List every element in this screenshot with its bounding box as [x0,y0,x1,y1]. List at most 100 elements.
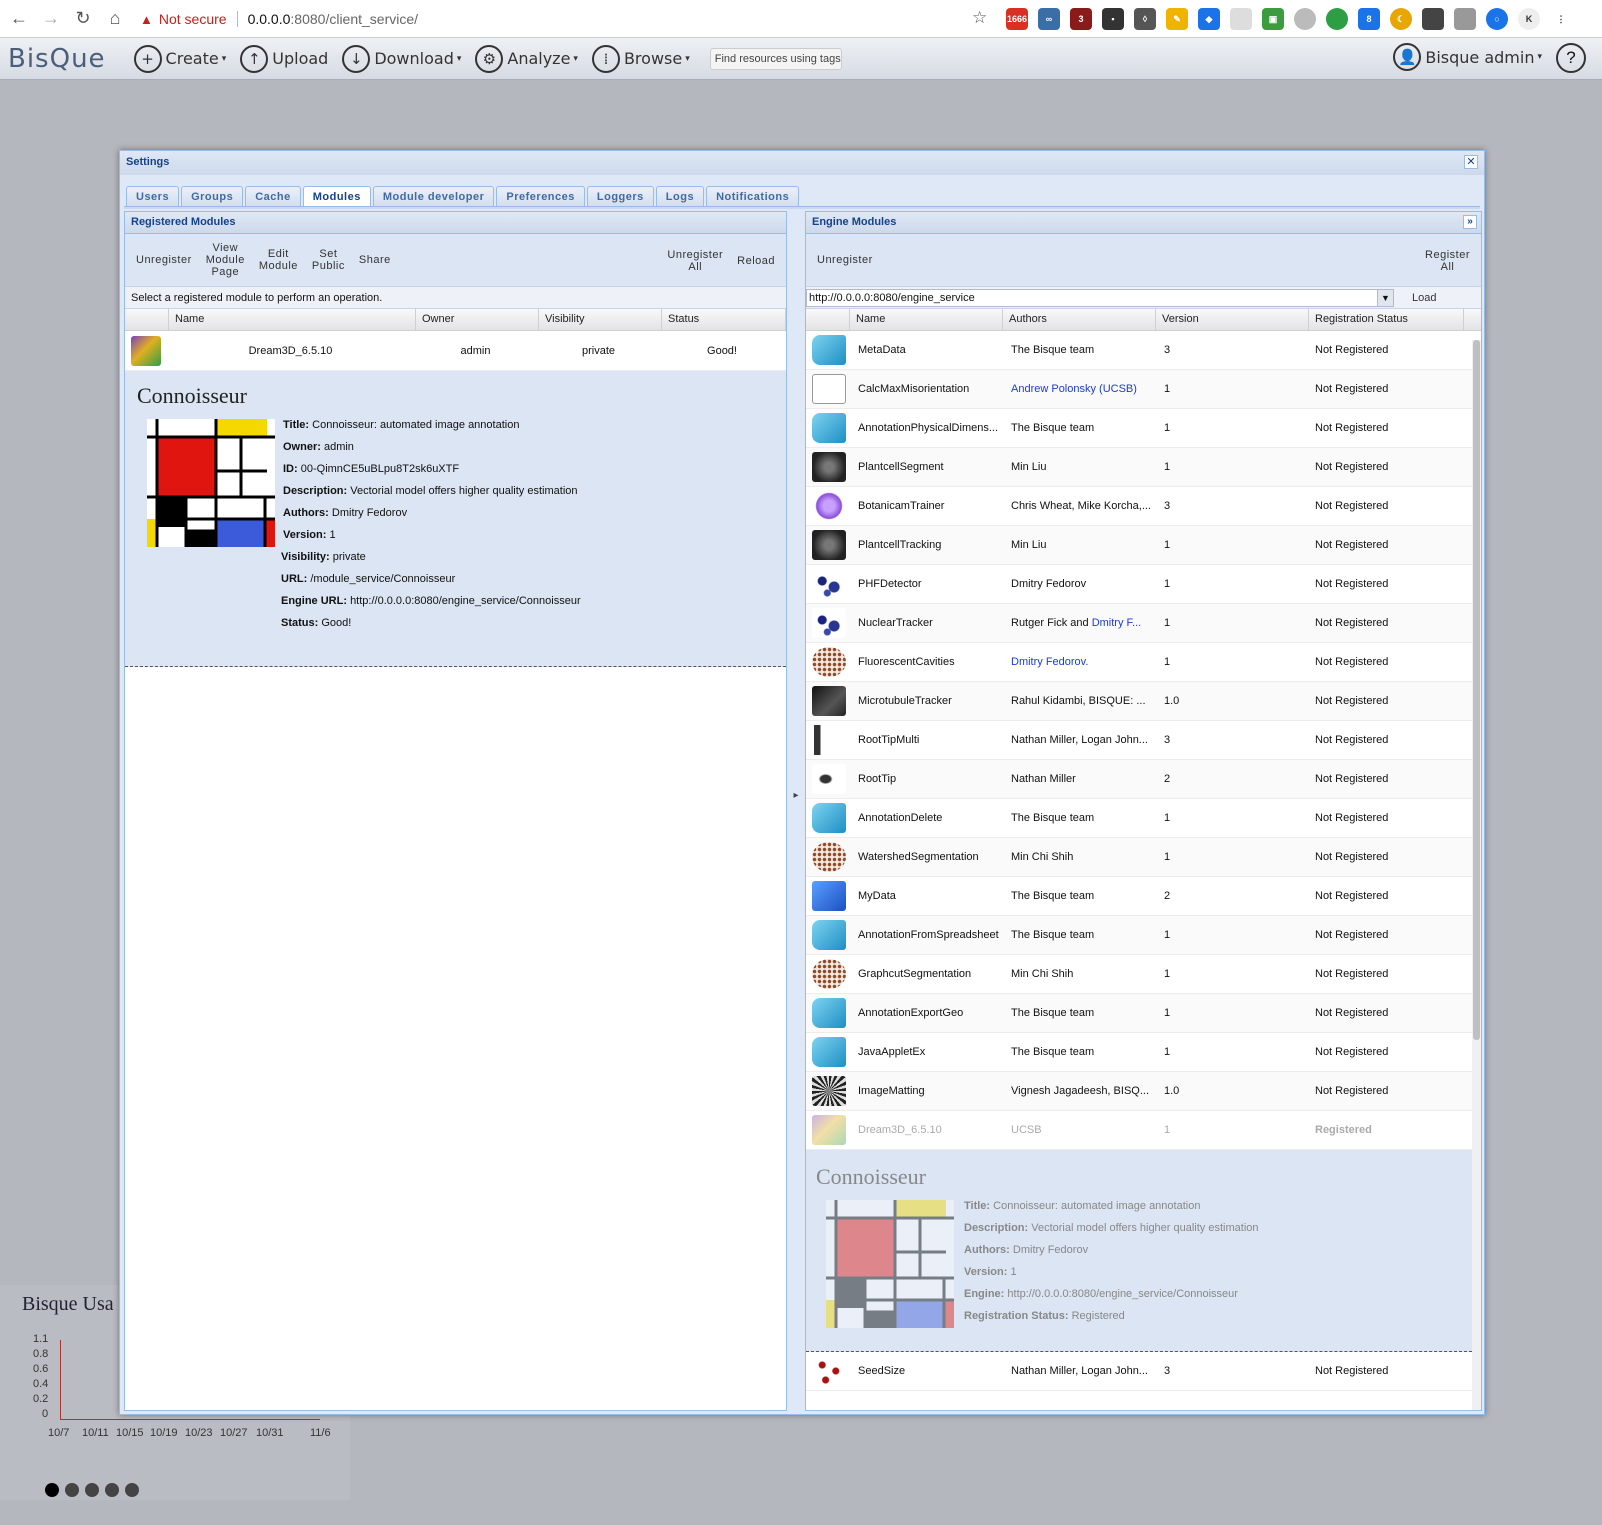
tab-cache[interactable]: Cache [245,186,301,207]
col-status[interactable]: Status [662,309,786,330]
home-icon[interactable]: ⌂ [102,6,128,32]
table-row[interactable]: PHFDetector Dmitry Fedorov 1 Not Registered [806,565,1472,604]
tab-module-developer[interactable]: Module developer [372,186,495,207]
tab-loggers[interactable]: Loggers [586,186,654,207]
gmail-extension-icon[interactable]: 1666 [1006,8,1028,30]
split-handle[interactable]: ▸ [787,771,805,821]
author-link[interactable]: Dmitry F... [1092,617,1142,629]
col-version[interactable]: Version [1156,309,1309,330]
register-all-button[interactable]: Register All [1418,249,1477,273]
menu-browse[interactable]: ⁞ Browse ▾ [591,44,690,73]
extension-icon[interactable] [1454,8,1476,30]
table-row[interactable]: MicrotubuleTracker Rahul Kidambi, BISQUE:… [806,682,1472,721]
scrollbar-thumb[interactable] [1473,340,1480,1040]
table-row[interactable]: ImageMatting Vignesh Jagadeesh, BISQ... 1.… [806,1072,1472,1111]
reload-button[interactable]: Reload [730,255,782,267]
table-row[interactable]: JavaAppletEx The Bisque team 1 Not Register… [806,1033,1472,1072]
unregister-button[interactable]: Unregister [129,254,199,266]
menu-create[interactable]: + Create ▾ [133,44,226,73]
tab-modules[interactable]: Modules [302,186,371,207]
ublock-extension-icon[interactable]: 3 [1070,8,1092,30]
table-row[interactable]: SeedSize Nathan Miller, Logan John... 3 … [806,1352,1472,1391]
table-row[interactable]: PlantcellTracking Min Liu 1 Not Registered [806,526,1472,565]
tab-preferences[interactable]: Preferences [496,186,585,207]
collapse-icon[interactable]: » [1463,215,1477,229]
extension-icon[interactable]: ○ [1486,8,1508,30]
carousel-dot[interactable] [105,1483,119,1497]
menu-upload[interactable]: ↑ Upload [240,44,328,73]
extension-icon[interactable]: ▣ [1262,8,1284,30]
app-logo[interactable]: BisQue [8,44,106,74]
table-row[interactable]: BotanicamTrainer Chris Wheat, Mike Korcha… [806,487,1472,526]
reload-icon[interactable]: ↻ [70,6,96,32]
caret-down-icon: ▾ [456,53,462,64]
resource-search-input[interactable]: Find resources using tags [709,47,842,70]
col-name[interactable]: Name [169,309,416,330]
engine-unregister-button[interactable]: Unregister [810,254,880,266]
unregister-all-button[interactable]: Unregister All [660,249,730,273]
table-row[interactable]: FluorescentCavities Dmitry Fedorov. 1 Not R… [806,643,1472,682]
table-row[interactable]: AnnotationFromSpreadsheet The Bisque team… [806,916,1472,955]
table-row[interactable]: PlantcellSegment Min Liu 1 Not Registered [806,448,1472,487]
help-icon[interactable]: ? [1556,43,1586,73]
tab-groups[interactable]: Groups [181,186,244,207]
edit-module-button[interactable]: Edit Module [252,248,305,272]
chevron-down-icon[interactable]: ▼ [1377,289,1393,306]
bookmark-star-icon[interactable]: ☆ [972,8,987,28]
table-row[interactable]: GraphcutSegmentation Min Chi Shih 1 Not Reg… [806,955,1472,994]
profile-avatar[interactable]: K [1518,8,1540,30]
table-row[interactable]: Dream3D_6.5.10 UCSB 1 Registered [806,1111,1472,1150]
user-menu[interactable]: 👤 Bisque admin ▾ [1393,43,1542,71]
view-module-page-button[interactable]: View Module Page [199,242,252,278]
col-authors[interactable]: Authors [1003,309,1156,330]
carousel-dot[interactable] [65,1483,79,1497]
engine-scrollbar[interactable] [1472,340,1481,1410]
engine-url-combo[interactable]: http://0.0.0.0:8080/engine_service ▼ [806,288,1394,307]
forward-icon[interactable]: → [38,6,64,32]
extension-icon[interactable]: 8 [1358,8,1380,30]
back-icon[interactable]: ← [6,6,32,32]
caret-down-icon: ▾ [1537,52,1542,62]
extension-icon[interactable]: ◊ [1134,8,1156,30]
close-icon[interactable]: ✕ [1464,155,1478,169]
carousel-dot[interactable] [125,1483,139,1497]
tab-users[interactable]: Users [126,186,180,207]
carousel-dot[interactable] [85,1483,99,1497]
table-row[interactable]: AnnotationPhysicalDimens... The Bisque te… [806,409,1472,448]
menu-download[interactable]: ↓ Download ▾ [342,44,462,73]
load-button[interactable]: Load [1412,292,1436,304]
menu-dots-icon[interactable]: ⋮ [1550,8,1572,30]
extension-icon[interactable]: ☾ [1390,8,1412,30]
table-row[interactable]: AnnotationExportGeo The Bisque team 1 Not R… [806,994,1472,1033]
extension-icon[interactable] [1294,8,1316,30]
extension-icon[interactable] [1230,8,1252,30]
tab-notifications[interactable]: Notifications [706,186,800,207]
extension-icon[interactable]: ▪ [1102,8,1124,30]
table-row[interactable]: MyData The Bisque team 2 Not Registered [806,877,1472,916]
table-row[interactable]: Dream3D_6.5.10 admin private Good! [125,331,786,371]
col-visibility[interactable]: Visibility [539,309,662,330]
table-row[interactable]: MetaData The Bisque team 3 Not Registered [806,331,1472,370]
extension-icon[interactable]: ✎ [1166,8,1188,30]
menu-analyze[interactable]: ⚙ Analyze ▾ [475,44,578,73]
table-row[interactable]: AnnotationDelete The Bisque team 1 Not Regi… [806,799,1472,838]
table-row[interactable]: WatershedSegmentation Min Chi Shih 1 Not Re… [806,838,1472,877]
address-bar[interactable]: ▲ Not secure 0.0.0.0:8080/client_service… [140,7,960,31]
module-detail: Connoisseur Title: Connoisseur: automate… [125,371,786,667]
carousel-dot[interactable] [45,1483,59,1497]
set-public-button[interactable]: Set Public [305,248,352,272]
extension-icon[interactable]: ∞ [1038,8,1060,30]
extension-icon[interactable] [1422,8,1444,30]
table-row[interactable]: RootTipMulti Nathan Miller, Logan John...… [806,721,1472,760]
extension-icon[interactable] [1326,8,1348,30]
col-name[interactable]: Name [850,309,1003,330]
tab-logs[interactable]: Logs [655,186,705,207]
table-row[interactable]: RootTip Nathan Miller 2 Not Registered [806,760,1472,799]
col-registration-status[interactable]: Registration Status [1309,309,1464,330]
extension-icon[interactable]: ◆ [1198,8,1220,30]
table-row[interactable]: CalcMaxMisorientation Andrew Polonsky (UC… [806,370,1472,409]
table-row[interactable]: NuclearTracker Rutger Fick and Dmitry F..… [806,604,1472,643]
share-button[interactable]: Share [352,254,398,266]
detail-field: Title: Connoisseur: automated image anno… [964,1200,1201,1212]
col-owner[interactable]: Owner [416,309,539,330]
